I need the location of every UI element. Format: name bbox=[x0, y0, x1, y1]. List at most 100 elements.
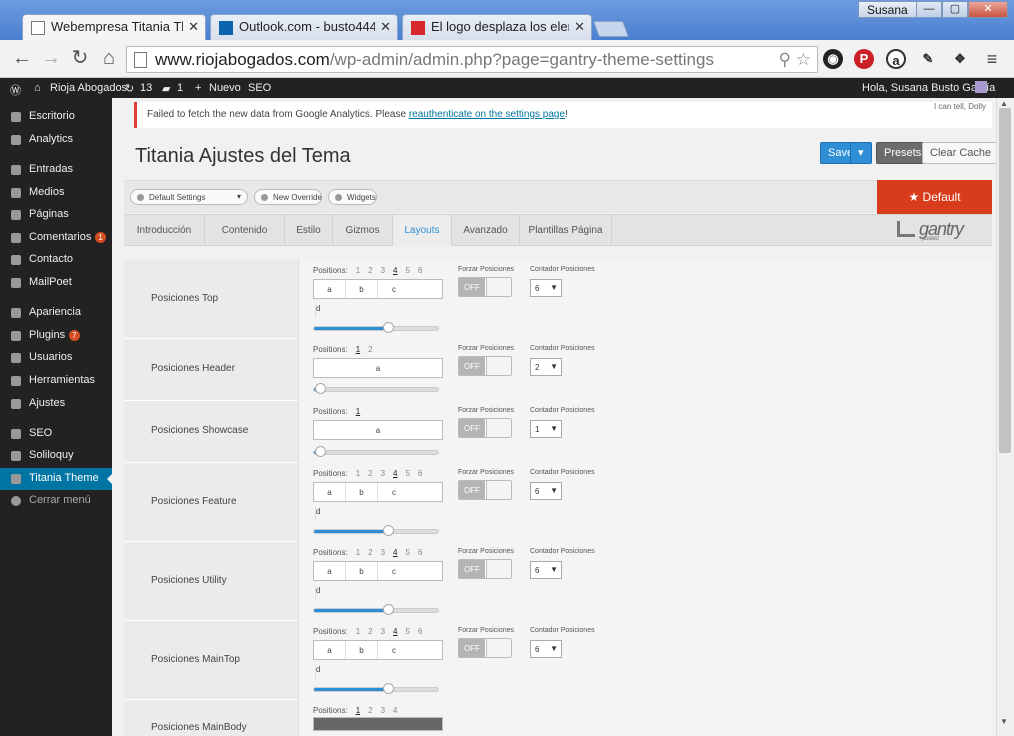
scroll-up-icon[interactable]: ▲ bbox=[1000, 99, 1008, 108]
site-name[interactable]: Rioja Abogados bbox=[50, 82, 127, 94]
position-cell[interactable]: b bbox=[346, 483, 378, 501]
browser-tab-logo[interactable]: El logo desplaza los eleme ✕ bbox=[402, 14, 592, 40]
tab-avanzado[interactable]: Avanzado bbox=[452, 215, 520, 246]
browser-tab-webempresa[interactable]: Webempresa Titania Them ✕ bbox=[22, 14, 206, 41]
sidebar-item-mailpoet[interactable]: MailPoet bbox=[0, 272, 112, 294]
sidebar-item-comentarios[interactable]: Comentarios 1 bbox=[0, 227, 112, 249]
position-cell[interactable]: a bbox=[314, 483, 346, 501]
counter-positions-select[interactable]: 6 bbox=[530, 279, 562, 297]
position-count-option[interactable]: 3 bbox=[381, 548, 385, 557]
position-count-option[interactable]: 4 bbox=[393, 266, 397, 275]
positions-slider[interactable] bbox=[313, 525, 439, 536]
position-count-option[interactable]: 1 bbox=[356, 266, 360, 275]
slider-handle[interactable] bbox=[315, 446, 326, 457]
position-cell[interactable]: d bbox=[315, 304, 320, 318]
position-count-option[interactable]: 4 bbox=[393, 469, 397, 478]
position-count-option[interactable]: 1 bbox=[356, 345, 360, 354]
counter-positions-select[interactable]: 2 bbox=[530, 358, 562, 376]
positions-slider[interactable] bbox=[313, 446, 439, 457]
position-grid[interactable]: abc bbox=[313, 482, 443, 502]
widgets-button[interactable]: Widgets bbox=[328, 189, 377, 205]
position-cell[interactable]: c bbox=[378, 483, 410, 501]
sidebar-item-collapse[interactable]: Cerrar menú bbox=[0, 490, 112, 512]
position-count-option[interactable]: 3 bbox=[381, 706, 385, 715]
position-cell[interactable]: a bbox=[314, 562, 346, 580]
profile-badge[interactable]: Susana bbox=[858, 1, 917, 18]
menu-icon[interactable]: ≡ bbox=[982, 49, 1002, 69]
position-count-option[interactable]: 2 bbox=[368, 706, 372, 715]
position-count-option[interactable]: 2 bbox=[368, 345, 372, 354]
sidebar-item-apariencia[interactable]: Apariencia bbox=[0, 302, 112, 324]
minimize-button[interactable]: — bbox=[916, 1, 942, 18]
star-icon[interactable]: ☆ bbox=[796, 50, 811, 70]
tab-contenido[interactable]: Contenido bbox=[205, 215, 285, 246]
scroll-down-icon[interactable]: ▼ bbox=[1000, 717, 1008, 726]
force-positions-toggle[interactable]: OFF bbox=[458, 277, 512, 297]
save-dropdown-button[interactable]: ▾ bbox=[850, 142, 872, 164]
maximize-button[interactable]: ▢ bbox=[942, 1, 968, 18]
slider-handle[interactable] bbox=[383, 525, 394, 536]
position-cell[interactable]: d bbox=[315, 507, 320, 521]
position-count-option[interactable]: 6 bbox=[418, 548, 422, 557]
clear-cache-button[interactable]: Clear Cache bbox=[922, 142, 996, 164]
position-count-option[interactable]: 2 bbox=[368, 469, 372, 478]
position-cell[interactable]: a bbox=[314, 359, 442, 377]
position-cell[interactable]: b bbox=[346, 280, 378, 298]
position-count-option[interactable]: 6 bbox=[418, 627, 422, 636]
counter-positions-select[interactable]: 6 bbox=[530, 640, 562, 658]
sidebar-item-plugins[interactable]: Plugins 7 bbox=[0, 325, 112, 347]
close-icon[interactable]: ✕ bbox=[188, 19, 199, 35]
position-count-option[interactable]: 1 bbox=[356, 706, 360, 715]
position-grid[interactable]: abc bbox=[313, 561, 443, 581]
sidebar-item-titania-theme[interactable]: Titania Theme bbox=[0, 468, 112, 490]
counter-positions-select[interactable]: 6 bbox=[530, 482, 562, 500]
position-count-option[interactable]: 2 bbox=[368, 548, 372, 557]
home-icon[interactable]: ⌂ bbox=[98, 48, 120, 68]
new-link[interactable]: Nuevo bbox=[209, 82, 241, 94]
close-window-button[interactable]: ✕ bbox=[968, 1, 1008, 18]
tab-estilo[interactable]: Estilo bbox=[285, 215, 333, 246]
search-icon[interactable]: ⚲ bbox=[779, 50, 791, 70]
sidebar-item-entradas[interactable]: Entradas bbox=[0, 159, 112, 181]
slider-handle[interactable] bbox=[315, 383, 326, 394]
positions-slider[interactable] bbox=[313, 383, 439, 394]
position-cell[interactable]: a bbox=[314, 641, 346, 659]
close-icon[interactable]: ✕ bbox=[574, 19, 585, 35]
position-count-option[interactable]: 5 bbox=[406, 627, 410, 636]
position-cell[interactable]: a bbox=[314, 280, 346, 298]
new-override-button[interactable]: New Override bbox=[254, 189, 322, 205]
force-positions-toggle[interactable]: OFF bbox=[458, 559, 512, 579]
position-grid[interactable]: a bbox=[313, 420, 443, 440]
slider-handle[interactable] bbox=[383, 604, 394, 615]
position-cell[interactable]: c bbox=[378, 280, 410, 298]
seo-link[interactable]: SEO bbox=[248, 82, 271, 94]
positions-slider[interactable] bbox=[313, 683, 439, 694]
position-cell[interactable]: c bbox=[378, 641, 410, 659]
position-count-option[interactable]: 5 bbox=[406, 548, 410, 557]
sidebar-item-soliloquy[interactable]: Soliloquy bbox=[0, 445, 112, 467]
default-settings-select[interactable]: Default Settings ▾ bbox=[130, 189, 248, 205]
sidebar-item-herramientas[interactable]: Herramientas bbox=[0, 370, 112, 392]
position-cell[interactable]: a bbox=[314, 421, 442, 439]
position-count-option[interactable]: 5 bbox=[406, 469, 410, 478]
sidebar-item-usuarios[interactable]: Usuarios bbox=[0, 347, 112, 369]
sidebar-item-medios[interactable]: Medios bbox=[0, 182, 112, 204]
avatar[interactable] bbox=[975, 81, 987, 93]
comments-count[interactable]: 1 bbox=[177, 82, 183, 94]
back-icon[interactable]: ← bbox=[11, 48, 33, 68]
reauthenticate-link[interactable]: reauthenticate on the settings page bbox=[409, 109, 565, 120]
slider-handle[interactable] bbox=[383, 683, 394, 694]
position-count-option[interactable]: 1 bbox=[356, 469, 360, 478]
position-count-option[interactable]: 1 bbox=[356, 548, 360, 557]
pinterest-icon[interactable]: P bbox=[854, 49, 874, 69]
position-cell[interactable]: c bbox=[378, 562, 410, 580]
amazon-icon[interactable]: a bbox=[886, 49, 906, 69]
position-cell[interactable]: b bbox=[346, 562, 378, 580]
position-count-option[interactable]: 3 bbox=[381, 469, 385, 478]
force-positions-toggle[interactable]: OFF bbox=[458, 356, 512, 376]
positions-slider[interactable] bbox=[313, 604, 439, 615]
default-badge[interactable]: ★ Default bbox=[877, 180, 992, 214]
position-count-option[interactable]: 4 bbox=[393, 627, 397, 636]
positions-slider[interactable] bbox=[313, 322, 439, 333]
counter-positions-select[interactable]: 1 bbox=[530, 420, 562, 438]
